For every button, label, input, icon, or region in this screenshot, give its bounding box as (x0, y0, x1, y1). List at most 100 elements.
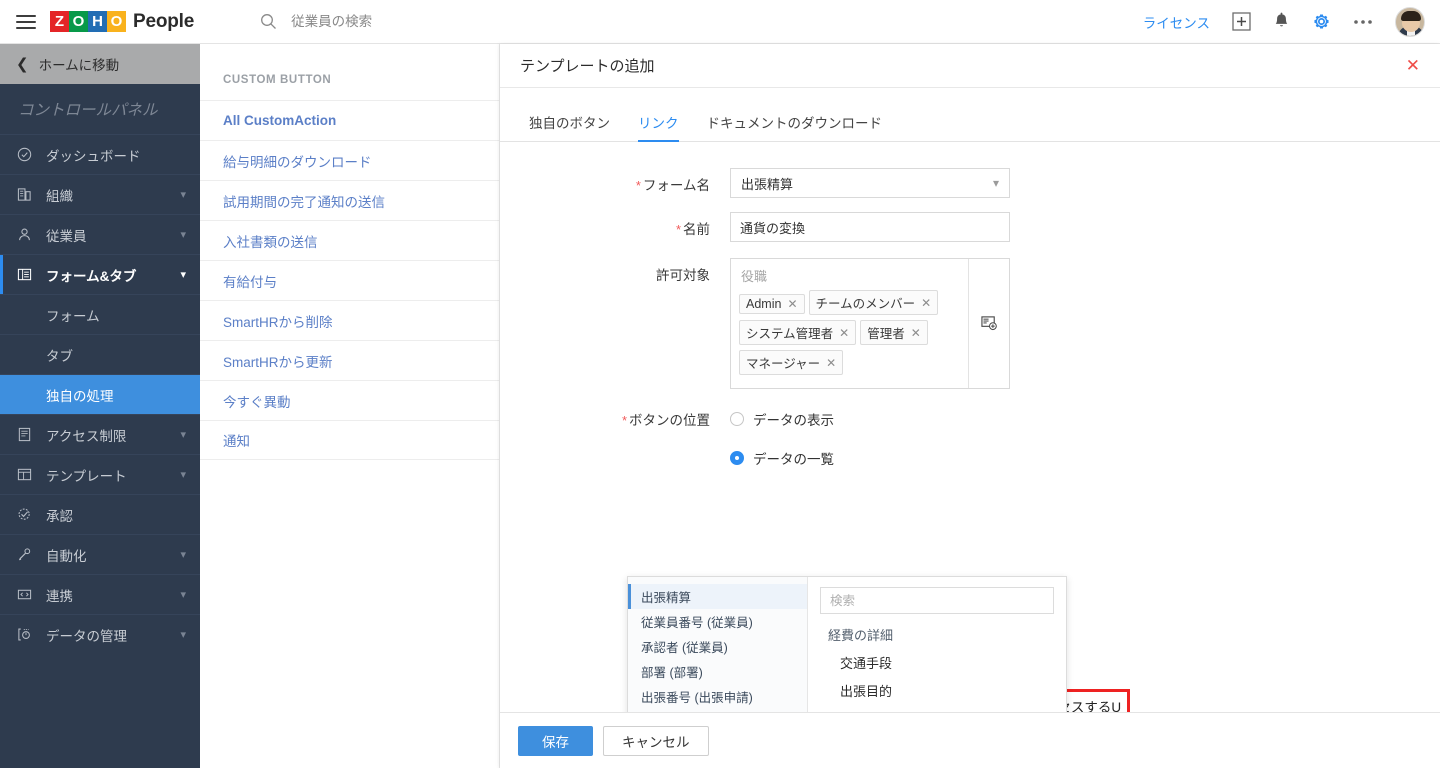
close-icon[interactable]: ✕ (1406, 57, 1420, 74)
dropdown-right-item[interactable]: 交通手段 (820, 648, 1054, 676)
dropdown-left-item-label: 部署 (部署) (641, 662, 703, 681)
more-options-icon[interactable] (1353, 19, 1373, 25)
dropdown-right-item[interactable]: 出張目的 (820, 676, 1054, 704)
save-button[interactable]: 保存 (518, 726, 593, 756)
template-icon (17, 467, 37, 482)
custom-button-list-header: CUSTOM BUTTON (200, 44, 499, 100)
radio-option-display-data[interactable]: データの表示 (730, 409, 834, 429)
app-root: Z O H O People ライセンス (0, 0, 1440, 768)
go-home-button[interactable]: ❮ ホームに移動 (0, 44, 200, 84)
add-box-icon[interactable] (1232, 12, 1251, 31)
modal-tabs: 独自のボタン リンク ドキュメントのダウンロード (500, 88, 1440, 142)
form-row-button-position: *ボタンの位置 データの表示 データの一覧 (500, 407, 1440, 487)
sidebar-subitem-forms[interactable]: フォーム (0, 294, 200, 334)
remove-tag-icon[interactable]: ✕ (787, 297, 797, 311)
data-admin-icon (17, 627, 37, 642)
cancel-button[interactable]: キャンセル (603, 726, 709, 756)
hamburger-icon[interactable] (16, 15, 36, 29)
dropdown-right-item[interactable]: 承認者 (820, 704, 1054, 712)
global-search[interactable] (260, 13, 549, 30)
sidebar-item-dashboard[interactable]: ダッシュボード (0, 134, 200, 174)
sidebar-subitem-label: 独自の処理 (46, 385, 114, 405)
permission-control: 役職 Admin✕チームのメンバー✕システム管理者✕管理者✕マネージャー✕ (730, 258, 1010, 389)
list-item[interactable]: 試用期間の完了通知の送信 (200, 180, 499, 220)
sidebar-item-label: 組織 (46, 185, 180, 205)
permission-tag[interactable]: チームのメンバー✕ (809, 290, 939, 315)
list-item[interactable]: 有給付与 (200, 260, 499, 300)
sidebar-item-access-restriction[interactable]: アクセス制限 ▾ (0, 414, 200, 454)
dropdown-left-item[interactable]: 従業員番号 (従業員) (628, 609, 807, 634)
modal-body: *フォーム名 出張精算 ▾ *名前 (500, 142, 1440, 712)
gear-icon[interactable] (1312, 12, 1331, 31)
license-link[interactable]: ライセンス (1143, 12, 1210, 32)
tab-label: リンク (638, 116, 679, 131)
form-name-control: 出張精算 ▾ (730, 168, 1010, 198)
permission-tag[interactable]: Admin✕ (739, 294, 805, 314)
chevron-down-icon: ▾ (180, 468, 186, 481)
radio-option-list-data[interactable]: データの一覧 (730, 448, 834, 468)
remove-tag-icon[interactable]: ✕ (911, 326, 921, 340)
dropdown-left-item[interactable]: 出張精算 (628, 584, 807, 609)
list-item[interactable]: 入社書類の送信 (200, 220, 499, 260)
add-to-list-icon[interactable] (969, 259, 1009, 388)
form-row-form-name: *フォーム名 出張精算 ▾ (500, 168, 1440, 198)
sidebar-item-template[interactable]: テンプレート ▾ (0, 454, 200, 494)
dropdown-left-item[interactable]: 出張番号 (出張申請) (628, 684, 807, 709)
form-name-select[interactable]: 出張精算 ▾ (730, 168, 1010, 198)
sidebar: ❮ ホームに移動 コントロールパネル ダッシュボード 組織 ▾ 従業員 ▾ (0, 44, 200, 768)
radio-icon-selected[interactable] (730, 451, 744, 465)
list-item[interactable]: 今すぐ異動 (200, 380, 499, 420)
remove-tag-icon[interactable]: ✕ (921, 296, 931, 310)
integration-icon (17, 587, 37, 602)
permission-tag[interactable]: マネージャー✕ (739, 350, 843, 375)
custom-button-list: CUSTOM BUTTON All CustomAction 給与明細のダウンロ… (200, 44, 500, 768)
tab-document-download[interactable]: ドキュメントのダウンロード (707, 112, 883, 141)
list-item-label: SmartHRから削除 (223, 311, 333, 331)
list-item[interactable]: 給与明細のダウンロード (200, 140, 499, 180)
list-item[interactable]: SmartHRから更新 (200, 340, 499, 380)
sidebar-item-data-admin[interactable]: データの管理 ▾ (0, 614, 200, 654)
sidebar-subitem-tabs[interactable]: タブ (0, 334, 200, 374)
sidebar-item-approval[interactable]: 承認 (0, 494, 200, 534)
dropdown-left-item-label: 従業員番号 (従業員) (641, 612, 753, 631)
bell-icon[interactable] (1273, 12, 1290, 31)
access-restriction-icon (17, 427, 37, 442)
permission-tag[interactable]: 管理者 ✕ (860, 320, 928, 345)
list-item[interactable]: All CustomAction (200, 100, 499, 140)
sidebar-item-forms-tabs[interactable]: フォーム&タブ ▾ (0, 254, 200, 294)
tag-label: 管理者 (867, 323, 905, 342)
sidebar-item-employee[interactable]: 従業員 ▾ (0, 214, 200, 254)
form-row-permission: 許可対象 役職 Admin✕チームのメンバー✕システム管理者✕管理者✕マネージャ… (500, 258, 1440, 389)
radio-icon[interactable] (730, 412, 744, 426)
sidebar-item-label: テンプレート (46, 465, 180, 485)
sidebar-item-automation[interactable]: 自動化 ▾ (0, 534, 200, 574)
search-icon (260, 13, 277, 30)
sidebar-subitem-custom-action[interactable]: 独自の処理 (0, 374, 200, 414)
remove-tag-icon[interactable]: ✕ (839, 326, 849, 340)
tab-link[interactable]: リンク (638, 112, 679, 141)
tab-custom-button[interactable]: 独自のボタン (529, 112, 610, 141)
logo-letter-z: Z (50, 11, 69, 32)
form-name-value: 出張精算 (741, 174, 793, 193)
required-asterisk: * (676, 222, 681, 237)
list-item[interactable]: 通知 (200, 420, 499, 460)
search-input[interactable] (289, 13, 549, 30)
dropdown-left-item[interactable]: 承認者 (従業員) (628, 634, 807, 659)
control-panel-title: コントロールパネル (0, 84, 200, 134)
chevron-down-icon: ▾ (180, 268, 186, 281)
list-item[interactable]: SmartHRから削除 (200, 300, 499, 340)
name-input[interactable] (730, 212, 1010, 242)
sidebar-item-organization[interactable]: 組織 ▾ (0, 174, 200, 214)
remove-tag-icon[interactable]: ✕ (826, 356, 836, 370)
sidebar-item-integration[interactable]: 連携 ▾ (0, 574, 200, 614)
avatar[interactable] (1395, 7, 1425, 37)
field-search-input[interactable] (820, 587, 1054, 614)
permission-tag[interactable]: システム管理者✕ (739, 320, 856, 345)
dropdown-right-item-label: 交通手段 (840, 653, 892, 672)
brand-name: People (133, 11, 194, 33)
list-item-label: 今すぐ異動 (223, 391, 291, 411)
permission-tagbox[interactable]: 役職 Admin✕チームのメンバー✕システム管理者✕管理者✕マネージャー✕ (731, 259, 969, 388)
dropdown-left-item[interactable]: 部署 (部署) (628, 659, 807, 684)
brand[interactable]: Z O H O People (50, 11, 194, 33)
sidebar-item-label: 連携 (46, 585, 180, 605)
